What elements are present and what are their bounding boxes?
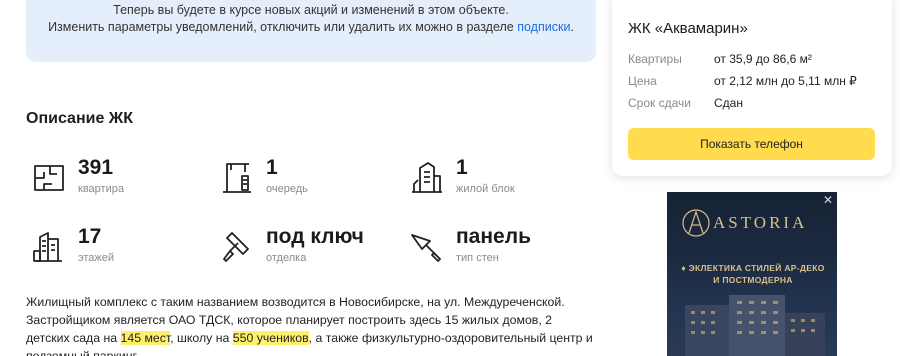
ad-building-image <box>685 295 825 356</box>
description-text: , школу на <box>170 331 233 345</box>
card-row-key: Срок сдачи <box>628 96 691 110</box>
stat-floors: 17 этажей <box>30 225 114 265</box>
trowel-icon <box>408 227 446 265</box>
subscription-notice: Теперь вы будете в курсе новых акций и и… <box>26 0 596 62</box>
complex-description: Жилищный комплекс с таким названием возв… <box>26 293 596 356</box>
ad-tagline-line-1: ♦ ЭКЛЕКТИКА СТИЛЕЙ АР-ДЕКО <box>681 263 825 273</box>
astoria-emblem-icon <box>682 209 710 237</box>
stat-label: отделка <box>266 252 307 264</box>
card-row-value: от 2,12 млн до 5,11 млн ₽ <box>714 74 857 88</box>
close-ad-icon[interactable]: ✕ <box>823 194 833 206</box>
stat-label: тип стен <box>456 252 499 264</box>
stat-value: 17 <box>78 225 102 248</box>
ad-tagline-line-2: И ПОСТМОДЕРНА <box>713 275 793 285</box>
stat-wall-type: панель тип стен <box>408 225 531 265</box>
stat-label: очередь <box>266 183 308 195</box>
notice-line-1: Теперь вы будете в курсе новых акций и и… <box>113 3 509 17</box>
ad-brand: ASTORIA <box>713 213 808 232</box>
apartment-plan-icon <box>30 158 68 196</box>
stat-value: 1 <box>456 156 468 179</box>
show-phone-button[interactable]: Показать телефон <box>628 128 875 160</box>
stat-value: панель <box>456 225 531 248</box>
buildings-icon <box>408 158 446 196</box>
stat-label: квартира <box>78 183 124 195</box>
stat-apartments: 391 квартира <box>30 156 124 196</box>
stat-value: под ключ <box>266 225 364 248</box>
stat-value: 1 <box>266 156 278 179</box>
astoria-advertisement[interactable]: ✕ ASTORIA ♦ ЭКЛЕКТИКА СТИЛЕЙ АР-ДЕКО И П… <box>667 192 837 356</box>
stat-queue: 1 очередь <box>218 156 308 196</box>
notice-line-2: Изменить параметры уведомлений, отключит… <box>26 19 596 36</box>
section-title: Описание ЖК <box>26 110 134 127</box>
card-row-value: Сдан <box>714 96 743 110</box>
card-row-key: Квартиры <box>628 52 682 66</box>
stat-label: этажей <box>78 252 115 264</box>
card-row-price: Цена от 2,12 млн до 5,11 млн ₽ <box>628 74 857 88</box>
notice-line-2-text: Изменить параметры уведомлений, отключит… <box>48 20 518 34</box>
card-row-key: Цена <box>628 74 657 88</box>
subscriptions-link[interactable]: подписки <box>517 20 570 34</box>
paint-roller-icon <box>218 227 256 265</box>
tall-building-icon <box>30 227 68 265</box>
card-row-value: от 35,9 до 86,6 м² <box>714 52 812 66</box>
ad-tagline: ♦ ЭКЛЕКТИКА СТИЛЕЙ АР-ДЕКО И ПОСТМОДЕРНА <box>673 262 833 286</box>
stat-blocks: 1 жилой блок <box>408 156 515 196</box>
highlight-kindergarten-places: 145 мест <box>120 331 171 345</box>
stat-finishing: под ключ отделка <box>218 225 364 265</box>
notice-line-2-end: . <box>570 20 574 34</box>
complex-name: ЖК «Аквамарин» <box>628 20 748 37</box>
card-row-apartments: Квартиры от 35,9 до 86,6 м² <box>628 52 812 66</box>
card-row-deadline: Срок сдачи Сдан <box>628 96 743 110</box>
astoria-logo: ASTORIA <box>681 206 826 240</box>
complex-info-card: ЖК «Аквамарин» Квартиры от 35,9 до 86,6 … <box>612 0 892 176</box>
stat-label: жилой блок <box>456 183 515 195</box>
highlight-school-students: 550 учеников <box>232 331 309 345</box>
stat-value: 391 <box>78 156 114 179</box>
crane-icon <box>218 158 256 196</box>
